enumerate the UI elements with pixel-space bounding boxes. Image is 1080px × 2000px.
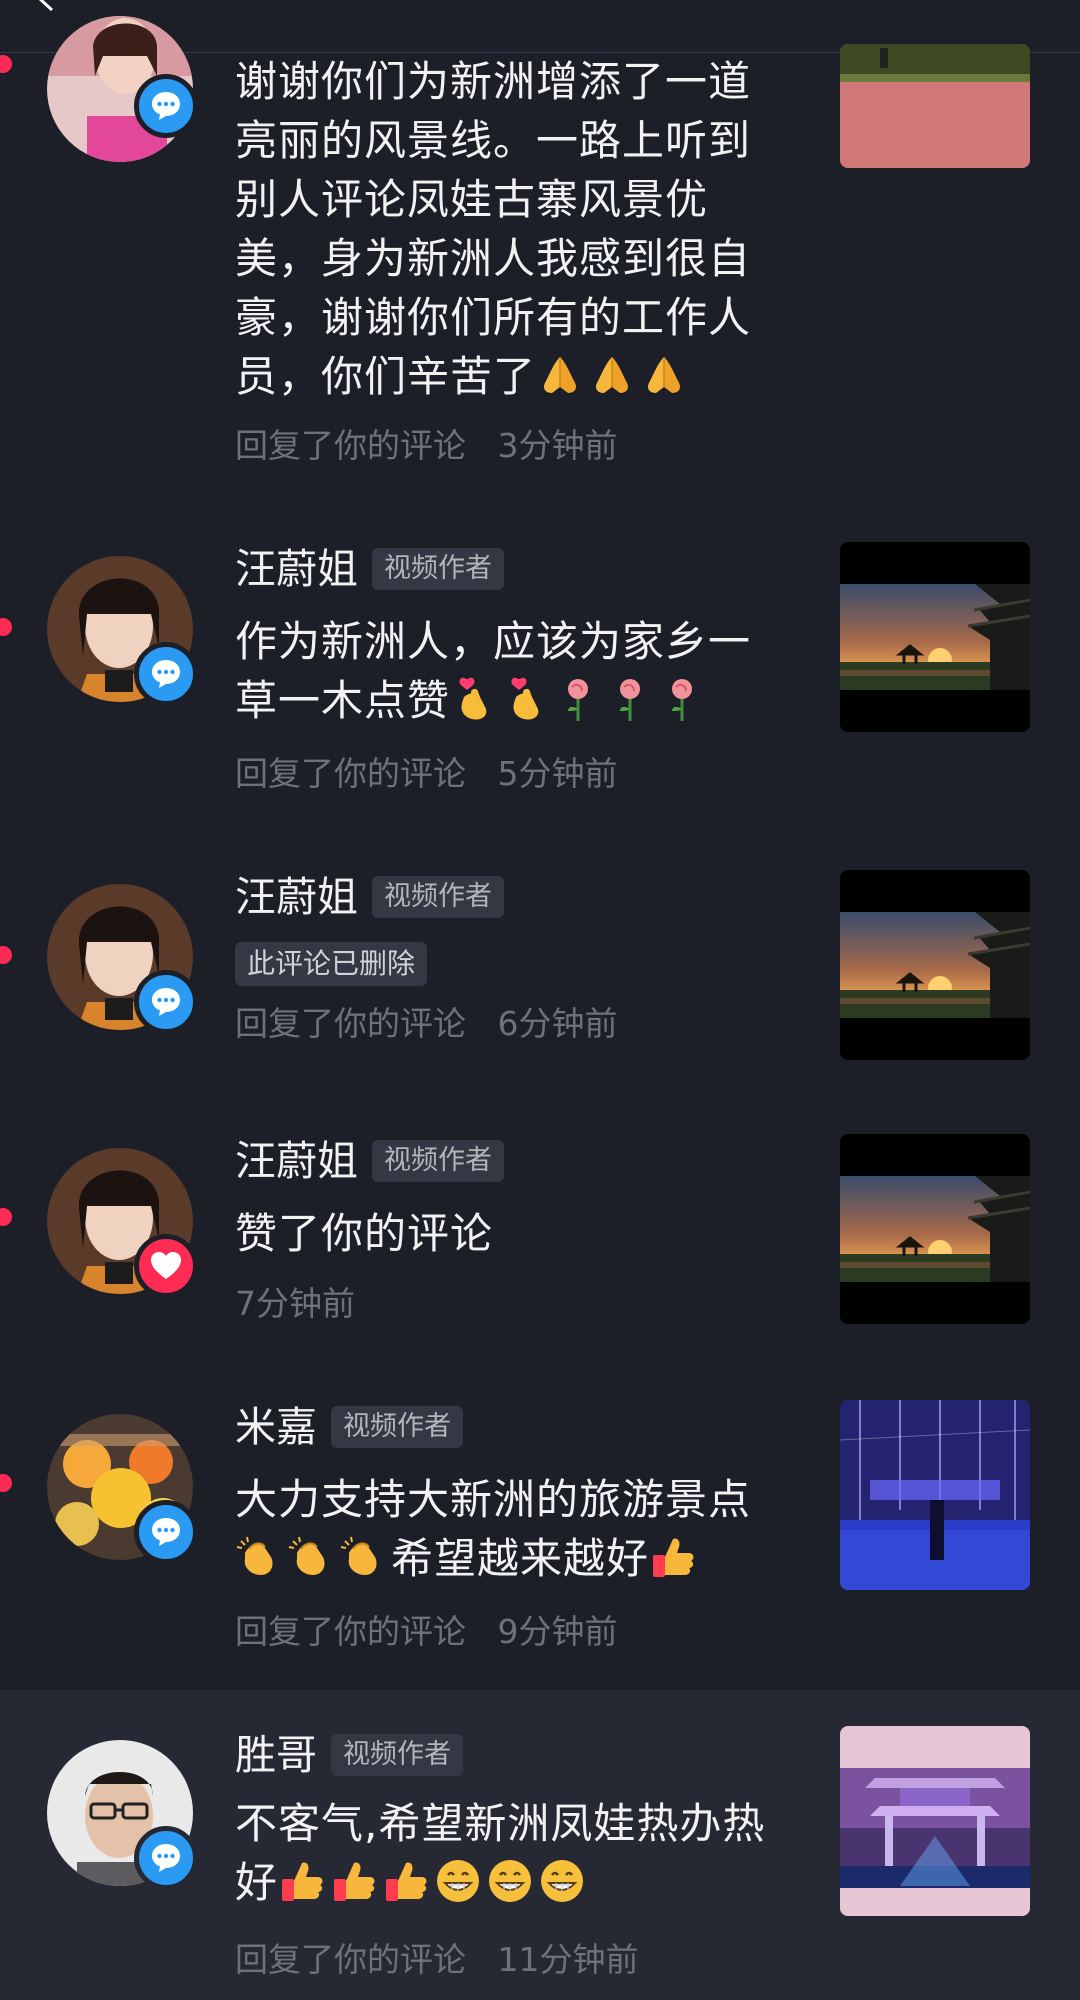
unread-dot (0, 618, 12, 636)
rose-emoji (554, 675, 602, 723)
reply-meta: 回复了你的评论 6分钟前 (235, 1004, 618, 1043)
comment-icon (146, 1838, 186, 1878)
back-arrow-icon[interactable] (34, 0, 60, 12)
username[interactable]: 汪蔚姐 (235, 872, 358, 922)
reply-meta: 回复了你的评论 11分钟前 (235, 1940, 639, 1979)
comment-text: 作为新洲人，应该为家乡一草一木点赞 (235, 617, 752, 725)
comment-text: 不客气,希望新洲凤娃热办热好 (235, 1799, 766, 1907)
comment-badge (134, 1500, 198, 1564)
unread-dot (0, 55, 12, 73)
comment-icon (146, 1512, 186, 1552)
author-tag: 视频作者 (331, 1406, 463, 1448)
notification-header: 汪蔚姐 视频作者 (235, 1136, 504, 1186)
notification-item[interactable]: 汪蔚姐 视频作者 赞了你的评论 7分钟前 (0, 1112, 1080, 1362)
grinning-face-emoji (486, 1857, 534, 1905)
rose-emoji (606, 675, 654, 723)
finger-heart-emoji (450, 675, 498, 723)
notification-header: 胜哥 视频作者 (235, 1730, 463, 1780)
folded-hands-emoji (536, 351, 584, 399)
video-thumbnail[interactable] (840, 1134, 1030, 1324)
comment-text: 大力支持大新洲的旅游景点希望越来越好 (235, 1475, 752, 1583)
notification-item[interactable]: 米嘉 视频作者 大力支持大新洲的旅游景点希望越来越好 回复了你的评论 9分钟前 (0, 1378, 1080, 1688)
finger-heart-emoji (502, 675, 550, 723)
username[interactable]: 汪蔚姐 (235, 1136, 358, 1186)
clapping-hands-emoji (235, 1533, 283, 1581)
heart-icon (146, 1246, 186, 1286)
like-badge (134, 1234, 198, 1298)
clapping-hands-emoji (339, 1533, 387, 1581)
author-tag: 视频作者 (372, 876, 504, 918)
notification-header: 米嘉 视频作者 (235, 1402, 463, 1452)
liked-text: 赞了你的评论 (235, 1209, 494, 1258)
author-tag: 视频作者 (372, 548, 504, 590)
thumbs-up-emoji (330, 1857, 378, 1905)
notification-item[interactable]: 汪蔚姐 视频作者 此评论已删除 回复了你的评论 6分钟前 (0, 850, 1080, 1100)
thumbs-up-emoji (649, 1533, 697, 1581)
comment-badge (134, 1826, 198, 1890)
author-tag: 视频作者 (372, 1140, 504, 1182)
time-meta: 7分钟前 (235, 1284, 355, 1323)
comment-text: 谢谢你们为新洲增添了一道亮丽的风景线。一路上听到别人评论凤娃古寨风景优美，身为新… (235, 57, 752, 401)
username[interactable]: 胜哥 (235, 1730, 317, 1780)
unread-dot (0, 946, 12, 964)
folded-hands-emoji (640, 351, 688, 399)
unread-dot (0, 1474, 12, 1492)
grinning-face-emoji (538, 1857, 586, 1905)
video-thumbnail[interactable] (840, 1400, 1030, 1590)
unread-dot (0, 1208, 12, 1226)
video-thumbnail[interactable] (840, 870, 1030, 1060)
notification-item[interactable]: 谢谢你们为新洲增添了一道亮丽的风景线。一路上听到别人评论凤娃古寨风景优美，身为新… (0, 16, 1080, 470)
comment-badge (134, 74, 198, 138)
notification-item[interactable]: 胜哥 视频作者 不客气,希望新洲凤娃热办热好 回复了你的评论 11分钟前 (0, 1690, 1080, 2000)
deleted-comment-label: 此评论已删除 (235, 942, 428, 986)
author-tag: 视频作者 (331, 1734, 463, 1776)
rose-emoji (658, 675, 706, 723)
notification-item[interactable]: 汪蔚姐 视频作者 作为新洲人，应该为家乡一草一木点赞 回复了你的评论 5分钟前 (0, 520, 1080, 800)
comment-icon (146, 654, 186, 694)
comment-badge (134, 970, 198, 1034)
clapping-hands-emoji (287, 1533, 335, 1581)
grinning-face-emoji (434, 1857, 482, 1905)
comment-icon (146, 86, 186, 126)
reply-meta: 回复了你的评论 9分钟前 (235, 1612, 618, 1651)
reply-meta: 回复了你的评论 3分钟前 (235, 426, 618, 465)
reply-meta: 回复了你的评论 5分钟前 (235, 754, 618, 793)
username[interactable]: 米嘉 (235, 1402, 317, 1452)
video-thumbnail[interactable] (840, 1726, 1030, 1916)
username[interactable]: 汪蔚姐 (235, 544, 358, 594)
notification-header: 汪蔚姐 视频作者 (235, 872, 504, 922)
video-thumbnail[interactable] (840, 44, 1030, 168)
comment-icon (146, 982, 186, 1022)
folded-hands-emoji (588, 351, 636, 399)
comment-badge (134, 642, 198, 706)
thumbs-up-emoji (278, 1857, 326, 1905)
thumbs-up-emoji (382, 1857, 430, 1905)
video-thumbnail[interactable] (840, 542, 1030, 732)
notification-header: 汪蔚姐 视频作者 (235, 544, 504, 594)
